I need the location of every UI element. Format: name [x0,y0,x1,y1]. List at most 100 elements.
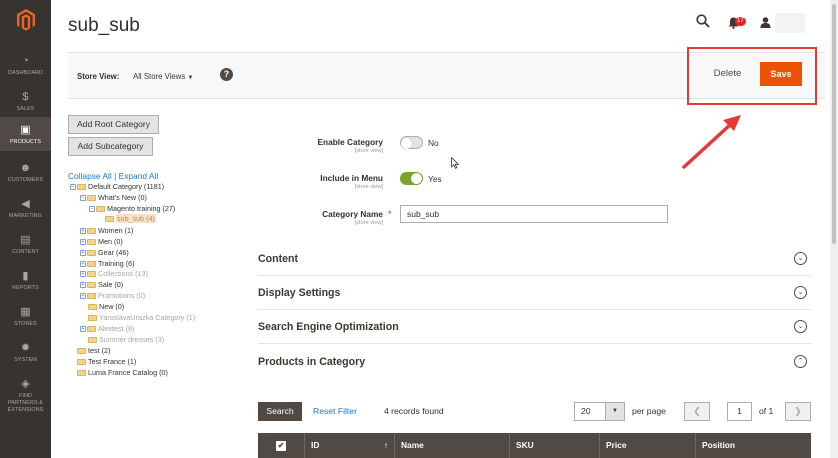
admin-sidebar: ◔ DASHBOARD $ SALES ▣ PRODUCTS ☻ CUSTOMERS ◀… [0,0,51,458]
section-content[interactable]: Content ⌄ [258,242,811,276]
section-seo[interactable]: Search Engine Optimization ⌄ [258,310,811,344]
checkbox-icon[interactable]: ✔ [276,441,286,451]
column-header-name[interactable]: Name [394,433,509,458]
chevron-down-icon[interactable]: ⌄ [794,286,807,299]
nav-find-partners[interactable]: ◈ FIND PARTNERS & EXTENSIONS [0,371,51,413]
section-display-settings[interactable]: Display Settings ⌄ [258,276,811,310]
cube-icon: ◈ [21,378,30,390]
column-header-id[interactable]: ID ↑ [304,433,394,458]
tree-node[interactable]: Summer dresses (3) [88,335,164,344]
grid-search-button[interactable]: Search [258,402,302,421]
tree-node[interactable]: + Gear (46) [80,248,129,257]
nav-marketing[interactable]: ◀ MARKETING [0,191,51,227]
expand-toggle-icon[interactable]: + [80,292,86,299]
magento-logo-icon [16,9,35,31]
folder-icon [88,336,97,343]
collapse-toggle-icon[interactable]: − [89,205,95,212]
tree-node[interactable]: Test France (1) [77,357,136,366]
folder-icon [87,194,96,201]
nav-reports[interactable]: ▮ REPORTS [0,263,51,299]
category-name-input[interactable]: sub_sub [400,205,668,223]
enable-category-toggle[interactable] [400,136,423,149]
page-number-input[interactable]: 1 [727,402,752,421]
folder-icon [88,314,97,321]
previous-page-button[interactable]: ❮ [684,402,710,421]
reset-filter-link[interactable]: Reset Filter [313,406,357,416]
chevron-down-icon[interactable]: ⌄ [794,252,807,265]
section-title: Display Settings [258,287,341,299]
next-page-button[interactable]: ❯ [785,402,811,421]
nav-label: DASHBOARD [7,70,44,76]
scope-label: [store view] [354,220,383,226]
folder-icon [87,238,96,245]
tree-node[interactable]: − Default Category (1181) [70,182,164,191]
tree-node[interactable]: − What's New (0) [80,193,147,202]
column-header-position[interactable]: Position [695,433,811,458]
store-view-switcher[interactable]: All Store Views ▼ [133,72,193,81]
tree-node[interactable]: + Promotions (0) [80,291,145,300]
nav-label: CUSTOMERS [7,177,44,183]
include-in-menu-toggle[interactable] [400,172,423,185]
add-root-category-button[interactable]: Add Root Category [68,115,159,134]
scrollbar-thumb[interactable] [832,4,836,244]
tree-node[interactable]: + Men (0) [80,237,123,246]
caret-down-icon[interactable]: ▼ [605,403,624,420]
folder-icon [77,369,86,376]
tree-node-selected[interactable]: sub_sub (4) [105,214,156,223]
column-header-price[interactable]: Price [599,433,695,458]
magento-logo[interactable] [0,0,51,40]
expand-toggle-icon[interactable]: + [80,281,86,288]
expand-toggle-icon[interactable]: + [80,249,86,256]
page-scrollbar[interactable] [830,0,838,458]
bar-chart-icon: ▮ [22,270,29,282]
per-page-value: 20 [581,406,591,416]
expand-toggle-icon[interactable]: + [80,227,86,234]
user-name-redacted[interactable] [775,13,805,33]
tree-node-label: Gear (46) [98,248,129,257]
chevron-down-icon[interactable]: ⌄ [794,320,807,333]
nav-stores[interactable]: ▦ STORES [0,299,51,335]
nav-sales[interactable]: $ SALES [0,84,51,120]
chevron-up-icon[interactable]: ⌃ [794,355,807,368]
collapse-all-link[interactable]: Collapse All [68,171,112,181]
store-icon: ▦ [20,306,31,318]
include-in-menu-label: Include in Menu [320,173,383,183]
tree-node[interactable]: + Sale (0) [80,280,123,289]
help-icon[interactable]: ? [220,68,233,81]
nav-content[interactable]: ▤ CONTENT [0,227,51,263]
expand-all-link[interactable]: Expand All [119,171,159,181]
folder-icon [87,260,96,267]
column-label: Position [702,440,736,450]
expand-toggle-icon[interactable]: + [80,238,86,245]
tree-node[interactable]: + Women (1) [80,226,133,235]
nav-customers[interactable]: ☻ CUSTOMERS [0,155,51,191]
column-header-sku[interactable]: SKU [509,433,599,458]
tree-node[interactable]: Luma France Catalog (0) [77,368,168,377]
tree-node[interactable]: + Alextest (8) [80,324,134,333]
nav-products[interactable]: ▣ PRODUCTS [0,117,51,151]
expand-toggle-icon[interactable]: + [80,270,86,277]
tree-node[interactable]: test (2) [77,346,110,355]
expand-toggle-icon[interactable]: + [80,260,86,267]
user-icon[interactable] [760,17,771,30]
search-icon[interactable] [696,14,710,30]
select-all-column[interactable]: ✔ [258,433,304,458]
tree-node[interactable]: YaroslavaUrazka Category (1) [88,313,195,322]
per-page-select[interactable]: 20 ▼ [574,402,625,421]
tree-node-label: Promotions (0) [98,291,146,300]
section-products-in-category[interactable]: Products in Category ⌃ [258,345,811,379]
tree-node[interactable]: − Magento training (27) [89,204,175,213]
add-subcategory-button[interactable]: Add Subcategory [68,137,153,156]
expand-toggle-icon[interactable]: + [80,325,86,332]
include-in-menu-value: Yes [428,174,442,184]
tree-node[interactable]: New (0) [88,302,124,311]
nav-system[interactable]: ✹ SYSTEM [0,335,51,371]
collapse-toggle-icon[interactable]: − [70,183,76,190]
collapse-toggle-icon[interactable]: − [80,194,86,201]
tree-node[interactable]: + Collections (13) [80,269,148,278]
tree-node[interactable]: + Training (6) [80,259,134,268]
nav-dashboard[interactable]: ◔ DASHBOARD [0,48,51,84]
nav-label: PRODUCTS [9,139,42,145]
folder-icon [87,270,96,277]
tree-node-label: Alextest (8) [98,324,135,333]
